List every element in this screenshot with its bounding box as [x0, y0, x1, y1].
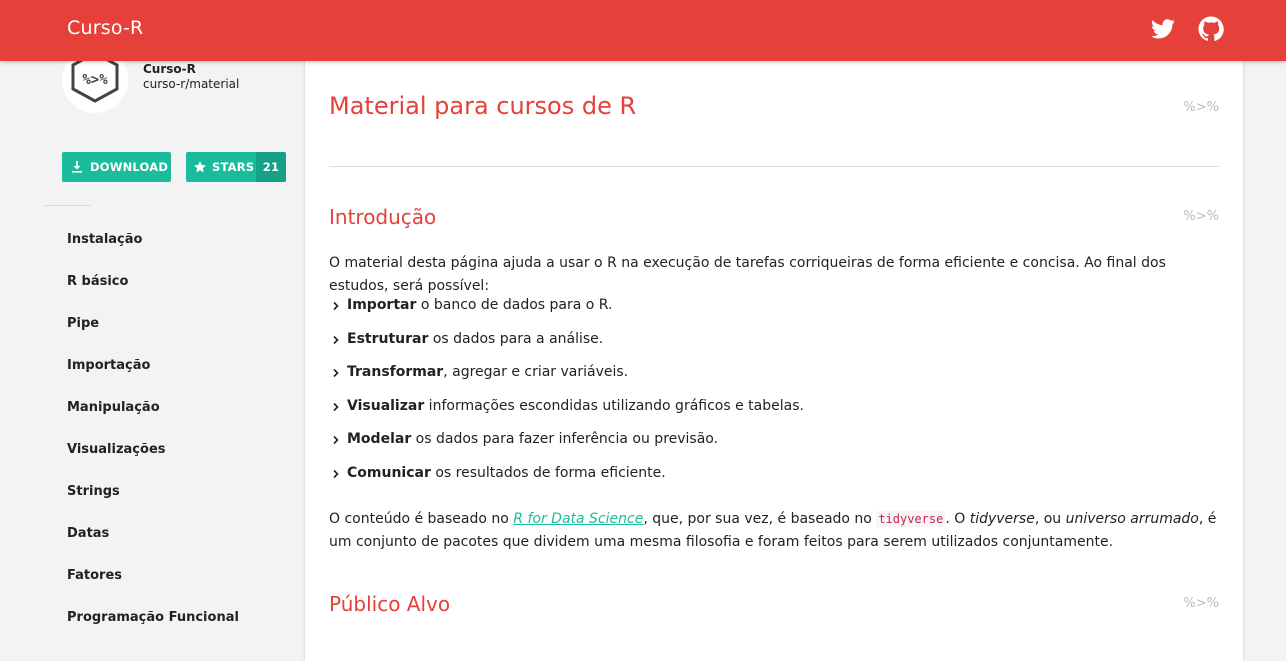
page-title: Material para cursos de R [329, 92, 637, 120]
sidebar-item-datas[interactable]: Datas [67, 525, 239, 567]
bullet-keyword: Estruturar [347, 330, 429, 347]
list-item: Importar o banco de dados para o R. [329, 297, 804, 331]
sidebar-item-fatores[interactable]: Fatores [67, 567, 239, 609]
download-button[interactable]: DOWNLOAD [62, 152, 171, 182]
sidebar-item-pipe[interactable]: Pipe [67, 315, 239, 357]
bullet-text: os resultados de forma eficiente. [430, 464, 666, 481]
bullet-keyword: Importar [347, 297, 417, 313]
title-divider [329, 166, 1219, 167]
title-anchor-marker[interactable]: %>% [1183, 100, 1219, 115]
list-item: Transformar, agregar e criar variáveis. [329, 364, 804, 398]
top-navbar: Curso-R [0, 0, 1286, 61]
twitter-icon[interactable] [1150, 16, 1176, 42]
bullet-keyword: Visualizar [347, 397, 425, 414]
sidebar-item-programacao-funcional[interactable]: Programação Funcional [67, 609, 239, 651]
universo-arrumado-em: universo arrumado [1065, 511, 1199, 527]
content-basis-paragraph: O conteúdo é baseado no R for Data Scien… [329, 508, 1219, 554]
bullet-text: o banco de dados para o R. [416, 297, 613, 313]
github-icon[interactable] [1198, 16, 1224, 42]
sidebar-item-strings[interactable]: Strings [67, 483, 239, 525]
bullet-text: os dados para a análise. [428, 330, 604, 347]
p2-text-c: . O [945, 511, 970, 527]
sidebar-item-instalacao[interactable]: Instalação [67, 231, 239, 273]
p2-text-b: , que, por sua vez, é baseado no [643, 511, 877, 527]
intro-paragraph: O material desta página ajuda a usar o R… [329, 255, 1166, 294]
bullet-text: informações escondidas utilizando gráfic… [424, 397, 804, 414]
repo-name[interactable]: curso-r/material [143, 77, 239, 91]
p2-text-a: O conteúdo é baseado no [329, 511, 514, 527]
intro-anchor-marker[interactable]: %>% [1183, 209, 1219, 224]
p2-text-d: , ou [1034, 511, 1066, 527]
chevron-right-icon [333, 402, 339, 411]
stars-button[interactable]: STARS 21 [186, 152, 286, 182]
audience-anchor-marker[interactable]: %>% [1183, 596, 1219, 611]
logo-text: %>% [82, 72, 108, 88]
main-content: Material para cursos de R %>% Introdução… [305, 61, 1243, 661]
sidebar: %>% Curso-R curso-r/material DOWNLOAD ST… [0, 47, 304, 627]
sidebar-item-visualizacoes[interactable]: Visualizações [67, 441, 239, 483]
chevron-right-icon [333, 369, 339, 378]
bullet-keyword: Modelar [347, 431, 412, 448]
download-label: DOWNLOAD [90, 160, 169, 174]
stars-count: 21 [256, 152, 286, 182]
list-item: Estruturar os dados para a análise. [329, 331, 804, 365]
chevron-right-icon [333, 335, 339, 344]
intro-bullet-list: Importar o banco de dados para o R. Estr… [329, 297, 804, 499]
sidebar-item-importacao[interactable]: Importação [67, 357, 239, 399]
bullet-keyword: Transformar [347, 364, 444, 381]
stars-label: STARS [212, 160, 255, 174]
list-item: Comunicar os resultados de forma eficien… [329, 465, 804, 499]
sidebar-item-r-basico[interactable]: R básico [67, 273, 239, 315]
bullet-keyword: Comunicar [347, 464, 431, 481]
download-icon [72, 161, 82, 173]
sidebar-item-manipulacao[interactable]: Manipulação [67, 399, 239, 441]
section-heading-introducao: Introdução [329, 205, 437, 229]
r4ds-link[interactable]: R for Data Science [513, 511, 643, 527]
chevron-right-icon [333, 301, 339, 311]
bullet-text: , agregar e criar variáveis. [443, 364, 629, 381]
sidebar-nav: Instalação R básico Pipe Importação Mani… [67, 231, 239, 651]
chevron-right-icon [333, 436, 339, 445]
list-item: Modelar os dados para fazer inferência o… [329, 431, 804, 465]
section-heading-publico-alvo: Público Alvo [329, 592, 451, 616]
brand-link[interactable]: Curso-R [67, 17, 143, 39]
list-item: Visualizar informações escondidas utiliz… [329, 398, 804, 432]
owner-name[interactable]: Curso-R [143, 62, 196, 76]
tidyverse-code: tidyverse [876, 511, 946, 527]
bullet-text: os dados para fazer inferência ou previs… [411, 431, 719, 448]
sidebar-divider [43, 205, 91, 206]
chevron-right-icon [333, 469, 339, 479]
tidyverse-em: tidyverse [969, 511, 1035, 527]
star-icon [194, 161, 206, 173]
